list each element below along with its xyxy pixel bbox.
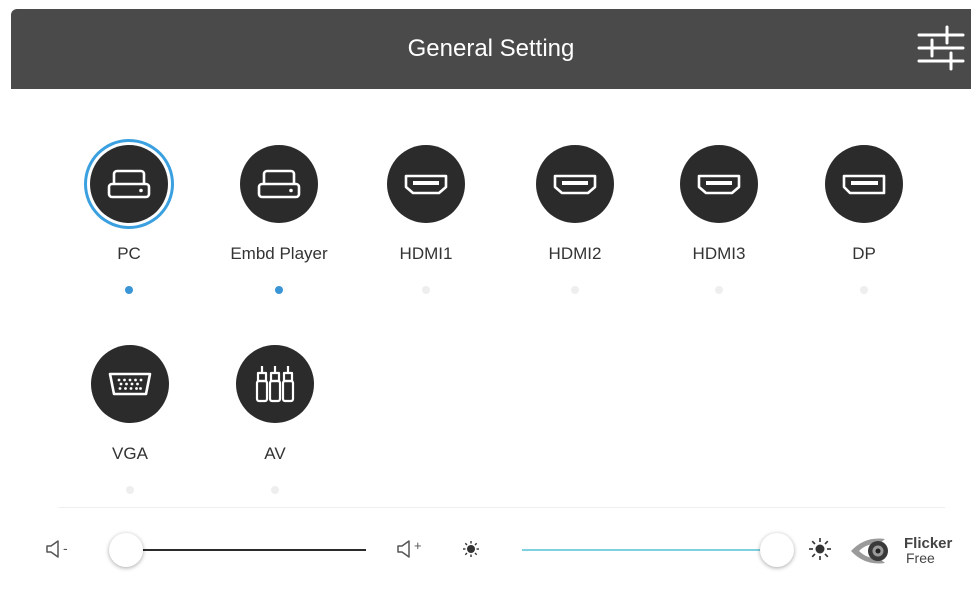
source-circle — [825, 145, 903, 223]
source-hdmi3[interactable]: HDMI3 — [659, 145, 779, 305]
displayport-icon — [842, 174, 886, 195]
sliders-icon — [917, 25, 965, 71]
source-label: AV — [264, 444, 286, 463]
source-embd-player[interactable]: Embd Player — [219, 145, 339, 305]
flicker-free-line1: Flicker — [904, 535, 953, 552]
volume-slider-track[interactable] — [126, 549, 366, 551]
volume-slider-knob[interactable] — [109, 533, 143, 567]
header-bar: General Setting — [11, 9, 971, 89]
source-label: VGA — [112, 444, 148, 463]
source-circle — [240, 145, 318, 223]
source-label: DP — [852, 244, 876, 263]
vga-icon — [108, 372, 152, 396]
inactive-indicator-dot — [715, 286, 723, 294]
inactive-indicator-dot — [571, 286, 579, 294]
source-circle — [387, 145, 465, 223]
source-label: HDMI1 — [399, 244, 453, 263]
settings-body: PC Embd Player HDMI1 HDMI2 HDMI3 DP VGA … — [11, 89, 971, 593]
settings-button[interactable] — [916, 23, 966, 73]
volume-brightness-row: - + Flicker Free — [11, 521, 971, 581]
source-vga[interactable]: VGA — [70, 345, 190, 505]
brightness-slider-knob[interactable] — [760, 533, 794, 567]
eye-icon — [851, 538, 888, 564]
source-label: HDMI3 — [692, 244, 746, 263]
source-circle — [91, 345, 169, 423]
source-pc[interactable]: PC — [69, 145, 189, 305]
inactive-indicator-dot — [126, 486, 134, 494]
pc-icon — [107, 169, 151, 199]
flicker-free-line2: Free — [906, 550, 935, 566]
volume-down-icon[interactable]: - — [45, 538, 79, 562]
brightness-slider-track[interactable] — [522, 549, 777, 551]
page-title: General Setting — [407, 35, 575, 62]
volume-up-icon[interactable]: + — [396, 538, 430, 562]
hdmi-icon — [697, 174, 741, 195]
active-indicator-dot — [125, 286, 133, 294]
hdmi-icon — [553, 174, 597, 195]
hdmi-icon — [404, 174, 448, 195]
source-label: PC — [117, 244, 141, 263]
active-indicator-dot — [275, 286, 283, 294]
inactive-indicator-dot — [860, 286, 868, 294]
source-av[interactable]: AV — [215, 345, 335, 505]
source-circle — [680, 145, 758, 223]
brightness-low-icon[interactable] — [462, 540, 480, 558]
source-label: Embd Player — [230, 244, 328, 263]
source-label: HDMI2 — [548, 244, 602, 263]
inactive-indicator-dot — [422, 286, 430, 294]
source-hdmi1[interactable]: HDMI1 — [366, 145, 486, 305]
embedded-player-icon — [257, 169, 301, 199]
source-hdmi2[interactable]: HDMI2 — [515, 145, 635, 305]
av-icon — [255, 366, 295, 403]
general-setting-panel: General Setting PC Embd Player HDMI1 HDM… — [0, 0, 971, 593]
source-circle — [236, 345, 314, 423]
inactive-indicator-dot — [271, 486, 279, 494]
flicker-free-badge: Flicker Free — [849, 531, 967, 571]
brightness-high-icon[interactable] — [808, 537, 832, 561]
volume-minus-label: - — [63, 540, 68, 556]
source-circle — [536, 145, 614, 223]
volume-plus-label: + — [414, 538, 422, 553]
source-circle — [90, 145, 168, 223]
source-dp[interactable]: DP — [804, 145, 924, 305]
divider — [59, 507, 945, 508]
